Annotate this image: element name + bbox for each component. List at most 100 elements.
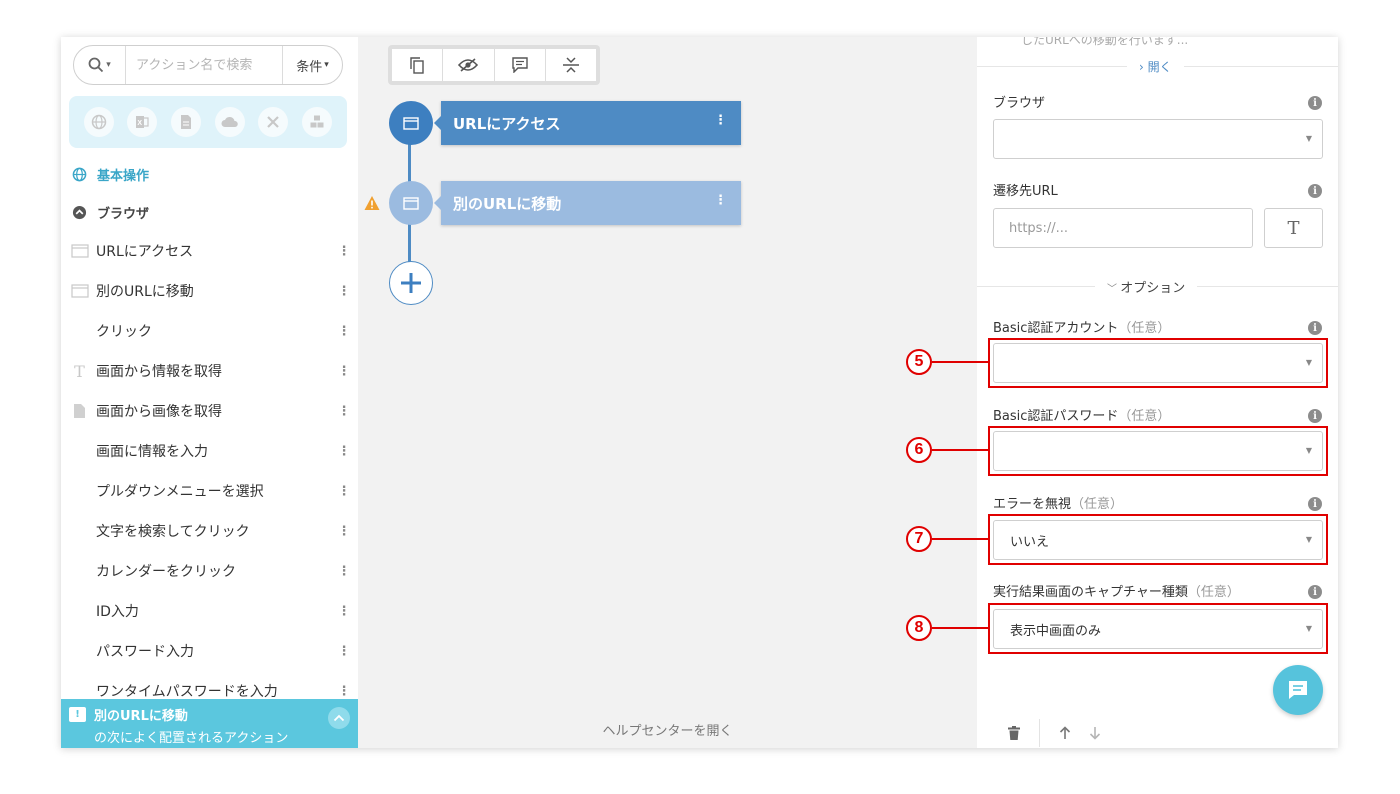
more-vertical-icon[interactable]: ⋮ [330,644,358,659]
more-vertical-icon[interactable]: ⋮ [330,564,358,579]
globe-icon[interactable] [83,107,114,137]
action-item[interactable]: カレンダーをクリック ⋮ [61,551,358,591]
more-vertical-icon[interactable]: ⋮ [330,524,358,539]
chat-button[interactable] [1273,665,1323,715]
more-vertical-icon[interactable]: ⋮ [330,364,358,379]
action-item[interactable]: クリック ⋮ [61,311,358,351]
info-icon[interactable]: i [1308,497,1322,511]
info-icon[interactable]: i [1308,184,1322,198]
flow-node-selected[interactable]: 別のURLに移動 ⋮ [434,181,741,225]
chevron-down-icon: ﹀ [1107,284,1121,295]
action-label: URLにアクセス [96,244,194,260]
document-icon[interactable] [171,107,202,137]
action-item[interactable]: パスワード入力 ⋮ [61,631,358,671]
action-item[interactable]: 文字を検索してクリック ⋮ [61,511,358,551]
comment-button[interactable] [494,49,546,81]
annotation-line [932,627,988,629]
action-label: クリック [96,324,152,340]
collapse-button[interactable] [545,49,596,81]
action-label: 画面から画像を取得 [96,404,222,420]
text-t-icon: T [1287,217,1300,239]
action-item[interactable]: 画面に情報を入力 ⋮ [61,431,358,471]
expand-description-link[interactable]: › 開く [1127,58,1184,75]
info-icon[interactable]: i [1308,585,1322,599]
info-icon[interactable]: i [1308,321,1322,335]
more-vertical-icon[interactable]: ⋮ [330,484,358,499]
browser-window-icon [403,196,419,210]
collapse-icon [562,57,579,73]
action-item[interactable]: T 画面から情報を取得 ⋮ [61,351,358,391]
suggestion-subtitle: の次によく配置されるアクション [94,731,289,746]
chevron-up-circle-icon [71,205,87,221]
copy-button[interactable] [392,49,444,81]
more-vertical-icon[interactable]: ⋮ [330,444,358,459]
arrow-down-icon [1089,726,1101,740]
chevron-up-icon[interactable] [328,707,350,729]
more-vertical-icon[interactable]: ⋮ [330,604,358,619]
excel-icon[interactable]: X [127,107,158,137]
warning-icon [364,196,380,210]
annotation-box [988,338,1328,388]
action-item[interactable]: URLにアクセス ⋮ [61,231,358,271]
copy-icon [410,56,424,74]
action-label: 文字を検索してクリック [96,524,250,540]
cloud-icon[interactable] [214,107,245,137]
move-down-button[interactable] [1080,718,1110,748]
more-vertical-icon[interactable]: ⋮ [714,113,727,128]
condition-dropdown[interactable]: 条件 ▾ [282,46,342,84]
section-browser[interactable]: ブラウザ [71,203,149,222]
action-item[interactable]: プルダウンメニューを選択 ⋮ [61,471,358,511]
section-basic-operations[interactable]: 基本操作 [71,165,149,184]
action-search: ▾ 条件▾ [73,45,343,85]
url-input[interactable] [993,208,1253,248]
annotation-box [988,426,1328,476]
text-mode-button[interactable]: T [1264,208,1323,248]
browser-select[interactable]: ▼ [993,119,1323,159]
capture-type-label: 実行結果画面のキャプチャー種類（任意） [993,585,1240,600]
options-toggle[interactable]: ﹀ オプション [1095,277,1198,296]
info-icon[interactable]: i [1308,96,1322,110]
search-type-dropdown[interactable]: ▾ [74,46,126,84]
search-input[interactable] [126,46,282,84]
hide-button[interactable] [443,49,495,81]
action-item[interactable]: 別のURLに移動 ⋮ [61,271,358,311]
more-vertical-icon[interactable]: ⋮ [714,193,727,208]
info-icon[interactable]: i [1308,409,1322,423]
action-label: カレンダーをクリック [96,564,236,580]
node-icon-url-move[interactable] [389,181,433,225]
suggestion-title: 別のURLに移動 [94,709,188,724]
more-vertical-icon[interactable]: ⋮ [330,284,358,299]
tools-icon[interactable] [258,107,289,137]
move-up-button[interactable] [1050,718,1080,748]
help-center-link[interactable]: ヘルプセンターを開く [358,720,977,739]
annotation-box [988,603,1328,654]
action-item[interactable]: ID入力 ⋮ [61,591,358,631]
add-node-button[interactable] [389,261,433,305]
more-vertical-icon[interactable]: ⋮ [330,324,358,339]
annotation-line [932,538,988,540]
flow-node[interactable]: URLにアクセス ⋮ [434,101,741,145]
condition-label: 条件 [296,59,323,75]
action-label: ID入力 [96,604,139,620]
more-vertical-icon[interactable]: ⋮ [330,684,358,699]
more-vertical-icon[interactable]: ⋮ [330,404,358,419]
node-label: URLにアクセス [453,114,561,133]
more-vertical-icon[interactable]: ⋮ [330,244,358,259]
ignore-error-label: エラーを無視（任意） [993,497,1124,512]
flow-canvas[interactable]: URLにアクセス ⋮ 別のURLに移動 ⋮ ヘルプセンターを開く [358,37,977,748]
comment-icon [511,57,528,73]
node-icon-url-access[interactable] [389,101,433,145]
arrow-up-icon [1059,725,1071,739]
url-label: 遷移先URL [993,184,1058,199]
annotation-line [932,449,988,451]
delete-button[interactable] [999,718,1029,748]
browser-window-icon [70,244,89,258]
options-label: オプション [1120,281,1186,296]
action-label: プルダウンメニューを選択 [96,484,264,500]
cubes-icon[interactable] [302,107,333,137]
suggested-next-actions-bar[interactable]: ! 別のURLに移動 の次によく配置されるアクション [61,699,358,748]
browser-label: ブラウザ [993,96,1046,111]
basic-auth-account-label: Basic認証アカウント（任意） [993,321,1171,336]
action-item[interactable]: 画面から画像を取得 ⋮ [61,391,358,431]
action-label: 別のURLに移動 [96,284,194,300]
